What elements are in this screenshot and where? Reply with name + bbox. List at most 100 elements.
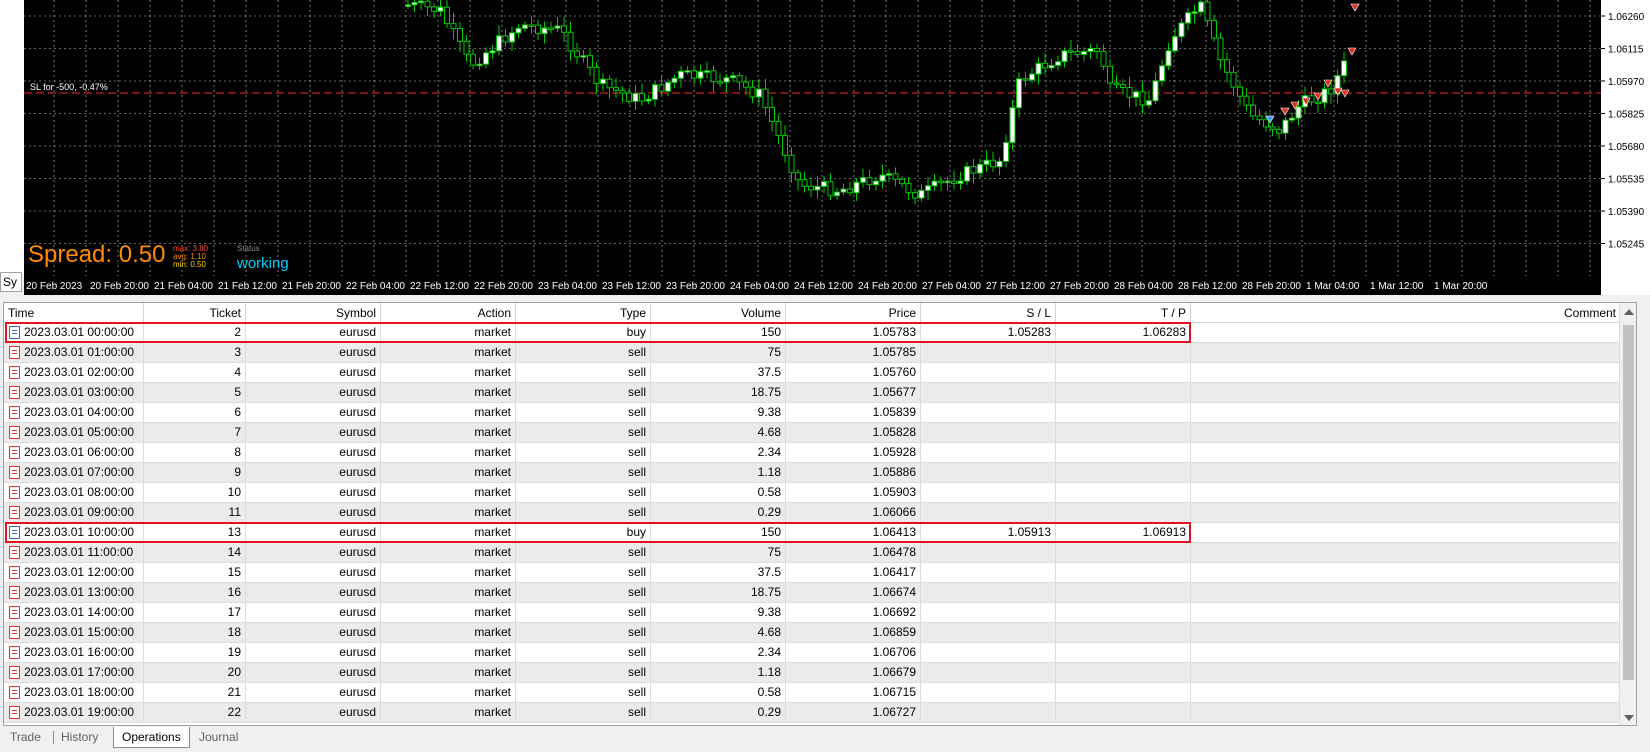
- cell-action: market: [381, 363, 516, 382]
- cell-comment: [1191, 443, 1621, 462]
- column-header-sl[interactable]: S / L: [921, 303, 1056, 323]
- cell-symbol: eurusd: [246, 623, 381, 642]
- candle-body: [509, 32, 515, 43]
- cell-ticket: 9: [144, 463, 246, 482]
- cell-ticket: 5: [144, 383, 246, 402]
- cell-comment: [1191, 423, 1621, 442]
- table-row[interactable]: 2023.03.01 00:00:00 2 eurusd market buy 150 1.…: [4, 323, 1636, 343]
- table-row[interactable]: 2023.03.01 03:00:00 5 eurusd market sell 18.7…: [4, 383, 1636, 403]
- table-row[interactable]: 2023.03.01 11:00:00 14 eurusd market sell 75 1…: [4, 543, 1636, 563]
- candle-body: [918, 189, 925, 199]
- scroll-down-icon[interactable]: [1624, 715, 1634, 721]
- price-chart[interactable]: 1.06260 1.06115 1.05970 1.05825 1.05680 1.055…: [0, 0, 1650, 295]
- candle-body: [1094, 48, 1100, 52]
- table-row[interactable]: 2023.03.01 12:00:00 15 eurusd market sell 37.…: [4, 563, 1636, 583]
- column-header-comment[interactable]: Comment: [1191, 303, 1621, 323]
- table-row[interactable]: 2023.03.01 17:00:00 20 eurusd market sell 1.1…: [4, 663, 1636, 683]
- table-row[interactable]: 2023.03.01 04:00:00 6 eurusd market sell 9.38…: [4, 403, 1636, 423]
- cell-symbol: eurusd: [246, 483, 381, 502]
- table-row[interactable]: 2023.03.01 13:00:00 16 eurusd market sell 18.…: [4, 583, 1636, 603]
- candle-body: [873, 180, 879, 186]
- tab-trade[interactable]: Trade: [2, 727, 49, 747]
- candle-body: [645, 98, 652, 102]
- price-tick-label: 1.05535: [1608, 175, 1645, 186]
- table-row[interactable]: 2023.03.01 02:00:00 4 eurusd market sell 37.5…: [4, 363, 1636, 383]
- column-header-time[interactable]: Time: [4, 303, 144, 323]
- table-row[interactable]: 2023.03.01 05:00:00 7 eurusd market sell 4.68…: [4, 423, 1636, 443]
- spread-stat-label: min: 0.50: [173, 260, 206, 269]
- price-tick-label: 1.05825: [1608, 110, 1645, 121]
- candle-body: [925, 185, 931, 191]
- column-header-tp[interactable]: T / P: [1056, 303, 1191, 323]
- cell-price: 1.05886: [786, 463, 921, 482]
- cell-volume: 1.18: [651, 663, 786, 682]
- candle-body: [1029, 73, 1035, 81]
- table-row[interactable]: 2023.03.01 14:00:00 17 eurusd market sell 9.3…: [4, 603, 1636, 623]
- cell-ticket: 6: [144, 403, 246, 422]
- column-header-symbol[interactable]: Symbol: [246, 303, 381, 323]
- cell-sl: [921, 643, 1056, 662]
- scroll-thumb[interactable]: [1623, 325, 1634, 680]
- cell-symbol: eurusd: [246, 363, 381, 382]
- candle-body: [1211, 20, 1217, 39]
- column-header-ticket[interactable]: Ticket: [144, 303, 246, 323]
- candle-body: [528, 24, 535, 27]
- candle-body: [411, 1, 418, 6]
- candle-body: [977, 163, 983, 174]
- cell-type: sell: [516, 463, 651, 482]
- candle-body: [866, 177, 873, 186]
- cell-volume: 0.29: [651, 503, 786, 522]
- candle-body: [1100, 50, 1107, 67]
- cell-symbol: eurusd: [246, 503, 381, 522]
- table-row[interactable]: 2023.03.01 18:00:00 21 eurusd market sell 0.5…: [4, 683, 1636, 703]
- tab-journal[interactable]: Journal: [191, 727, 246, 747]
- tab-history[interactable]: History: [53, 727, 106, 747]
- vertical-scrollbar[interactable]: [1619, 303, 1636, 725]
- cell-price: 1.06692: [786, 603, 921, 622]
- table-row[interactable]: 2023.03.01 09:00:00 11 eurusd market sell 0.2…: [4, 503, 1636, 523]
- table-row[interactable]: 2023.03.01 10:00:00 13 eurusd market buy 150 1…: [4, 523, 1636, 543]
- cell-tp: [1056, 403, 1191, 422]
- cell-tp: [1056, 623, 1191, 642]
- cell-sl: [921, 443, 1056, 462]
- cell-action: market: [381, 503, 516, 522]
- cell-comment: [1191, 463, 1621, 482]
- candle-body: [476, 63, 483, 67]
- candle-body: [996, 160, 1003, 168]
- table-row[interactable]: 2023.03.01 19:00:00 22 eurusd market sell 0.2…: [4, 703, 1636, 723]
- scroll-up-icon[interactable]: [1624, 309, 1634, 315]
- candle-body: [1061, 50, 1068, 63]
- candle-body: [743, 81, 749, 88]
- symbol-side-tab[interactable]: Sy: [0, 272, 22, 292]
- cell-volume: 1.18: [651, 463, 786, 482]
- cell-type: sell: [516, 603, 651, 622]
- cell-sl: [921, 463, 1056, 482]
- candle-body: [548, 27, 554, 31]
- price-tick-label: 1.05680: [1608, 142, 1645, 153]
- candle-body: [762, 88, 769, 108]
- cell-tp: [1056, 563, 1191, 582]
- column-header-type[interactable]: Type: [516, 303, 651, 323]
- cell-comment: [1191, 643, 1621, 662]
- column-header-price[interactable]: Price: [786, 303, 921, 323]
- table-row[interactable]: 2023.03.01 06:00:00 8 eurusd market sell 2.34…: [4, 443, 1636, 463]
- candle-body: [1250, 104, 1256, 117]
- table-row[interactable]: 2023.03.01 15:00:00 18 eurusd market sell 4.6…: [4, 623, 1636, 643]
- candle-body: [1224, 59, 1230, 73]
- cell-comment: [1191, 343, 1621, 362]
- table-row[interactable]: 2023.03.01 16:00:00 19 eurusd market sell 2.3…: [4, 643, 1636, 663]
- time-tick-label: 1 Mar 12:00: [1370, 281, 1424, 292]
- table-row[interactable]: 2023.03.01 07:00:00 9 eurusd market sell 1.18…: [4, 463, 1636, 483]
- candle-body: [938, 180, 944, 184]
- cell-volume: 37.5: [651, 563, 786, 582]
- table-row[interactable]: 2023.03.01 01:00:00 3 eurusd market sell 75 1.…: [4, 343, 1636, 363]
- tab-operations[interactable]: Operations: [113, 727, 190, 748]
- candle-body: [613, 87, 619, 91]
- column-header-volume[interactable]: Volume: [651, 303, 786, 323]
- candle-body: [1152, 80, 1159, 102]
- candle-body: [1217, 37, 1224, 61]
- column-header-action[interactable]: Action: [381, 303, 516, 323]
- time-tick-label: 27 Feb 20:00: [1050, 281, 1109, 292]
- table-row[interactable]: 2023.03.01 08:00:00 10 eurusd market sell 0.5…: [4, 483, 1636, 503]
- cell-sl: [921, 383, 1056, 402]
